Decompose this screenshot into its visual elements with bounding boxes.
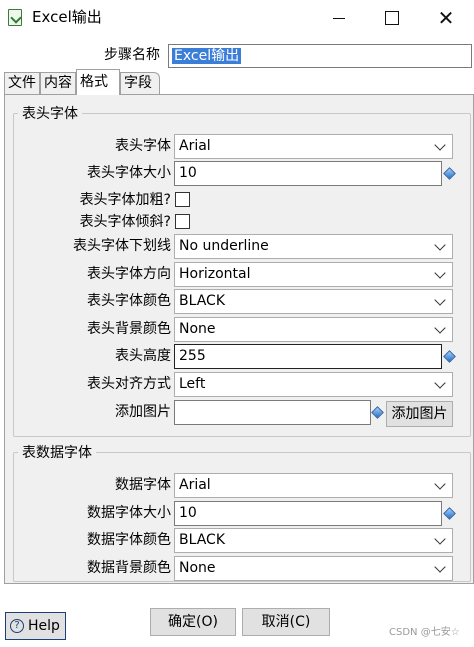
maximize-button[interactable] [366, 0, 418, 36]
header-image-label: 添加图片 [115, 404, 171, 420]
header-orientation-value: Horizontal [179, 266, 251, 282]
close-icon: ✕ [437, 6, 455, 30]
data-color-label: 数据字体颜色 [87, 532, 171, 548]
header-color-label: 表头字体颜色 [87, 293, 171, 309]
header-bold-label: 表头字体加粗? [79, 192, 171, 208]
window-title: Excel输出 [32, 8, 102, 26]
help-icon: ? [10, 619, 24, 633]
ok-button[interactable]: 确定(O) [150, 608, 236, 636]
add-image-button[interactable]: 添加图片 [386, 401, 453, 427]
minimize-icon [333, 17, 345, 19]
chevron-down-icon [434, 478, 446, 490]
chevron-down-icon [434, 322, 446, 334]
header-bg-label: 表头背景颜色 [87, 321, 171, 337]
data-bg-select[interactable]: None [174, 556, 453, 581]
step-name-value: Excel输出 [172, 48, 242, 64]
tab-fields[interactable]: 字段 [120, 72, 160, 94]
header-orientation-label: 表头字体方向 [87, 266, 171, 282]
tab-file[interactable]: 文件 [4, 72, 40, 94]
chevron-down-icon [434, 561, 446, 573]
close-button[interactable]: ✕ [420, 0, 472, 36]
data-color-value: BLACK [179, 532, 226, 548]
chevron-down-icon [434, 267, 446, 279]
data-bg-label: 数据背景颜色 [87, 560, 171, 576]
data-font-group-title: 表数据字体 [18, 444, 96, 462]
data-bg-value: None [179, 560, 216, 576]
header-align-select[interactable]: Left [174, 372, 453, 397]
header-height-input[interactable]: 255 [174, 344, 442, 369]
chevron-down-icon [434, 139, 446, 151]
excel-app-icon [8, 9, 22, 26]
maximize-icon [385, 11, 399, 25]
header-color-value: BLACK [179, 293, 226, 309]
header-underline-label: 表头字体下划线 [73, 238, 171, 254]
data-color-select[interactable]: BLACK [174, 528, 453, 553]
step-name-input[interactable]: Excel输出 [168, 44, 472, 68]
data-font-value: Arial [179, 477, 211, 493]
chevron-down-icon [434, 239, 446, 251]
header-size-value: 10 [179, 165, 197, 181]
tab-content[interactable]: 内容 [40, 72, 76, 94]
header-orientation-select[interactable]: Horizontal [174, 262, 453, 287]
header-underline-select[interactable]: No underline [174, 234, 453, 259]
header-font-value: Arial [179, 138, 211, 154]
header-bg-value: None [179, 321, 216, 337]
data-font-select[interactable]: Arial [174, 473, 453, 498]
data-font-label: 数据字体 [115, 477, 171, 493]
data-size-value: 10 [179, 505, 197, 521]
header-size-input[interactable]: 10 [174, 161, 442, 186]
data-size-input[interactable]: 10 [174, 501, 442, 526]
header-color-select[interactable]: BLACK [174, 289, 453, 314]
chevron-down-icon [434, 533, 446, 545]
header-height-value: 255 [179, 348, 206, 364]
header-font-select[interactable]: Arial [174, 134, 453, 159]
header-font-label: 表头字体 [115, 138, 171, 154]
header-italic-label: 表头字体倾斜? [79, 214, 171, 230]
header-font-group-title: 表头字体 [18, 105, 82, 123]
chevron-down-icon [434, 294, 446, 306]
data-size-label: 数据字体大小 [87, 505, 171, 521]
tab-format[interactable]: 格式 [76, 69, 120, 95]
minimize-button[interactable] [313, 0, 365, 36]
header-align-value: Left [179, 376, 206, 392]
header-align-label: 表头对齐方式 [87, 376, 171, 392]
header-bg-select[interactable]: None [174, 317, 453, 342]
watermark: CSDN @七安☆ [389, 627, 460, 638]
header-underline-value: No underline [179, 238, 269, 254]
header-size-label: 表头字体大小 [87, 165, 171, 181]
step-name-label: 步骤名称 [104, 47, 160, 63]
header-height-label: 表头高度 [115, 348, 171, 364]
help-label: Help [28, 618, 60, 634]
header-bold-checkbox[interactable] [175, 192, 190, 207]
cancel-button[interactable]: 取消(C) [242, 608, 330, 636]
header-italic-checkbox[interactable] [175, 214, 190, 229]
chevron-down-icon [434, 377, 446, 389]
header-image-input[interactable] [174, 400, 371, 425]
